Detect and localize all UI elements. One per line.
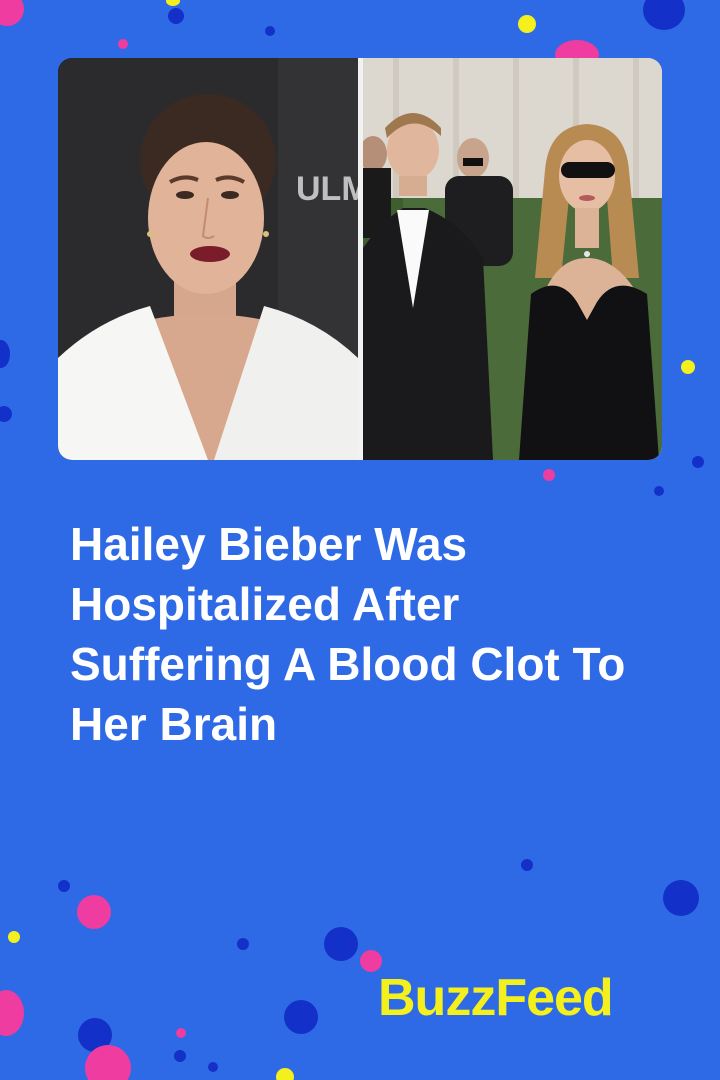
- dot: [663, 880, 699, 916]
- dot: [284, 1000, 318, 1034]
- dot: [77, 895, 111, 929]
- dot: [324, 927, 358, 961]
- photo-collage[interactable]: ULM: [58, 58, 662, 460]
- buzzfeed-logo: BuzzFeed: [378, 969, 614, 1027]
- dot: [692, 456, 704, 468]
- pin-card[interactable]: ULM Hailey Bieber Was Hospitalized After…: [0, 0, 720, 1080]
- dot: [237, 938, 249, 950]
- couple-photo: [363, 58, 662, 460]
- portrait-illustration: ULM: [58, 58, 358, 460]
- dot: [208, 1062, 218, 1072]
- dot: [643, 0, 685, 30]
- dot: [654, 486, 664, 496]
- dot: [543, 469, 555, 481]
- dot: [174, 1050, 186, 1062]
- dot: [58, 880, 70, 892]
- dot: [276, 1068, 294, 1080]
- dot: [0, 340, 10, 368]
- dot: [168, 8, 184, 24]
- backdrop-text: ULM: [296, 170, 358, 208]
- portrait-photo: ULM: [58, 58, 358, 460]
- dot: [265, 26, 275, 36]
- dot: [166, 0, 180, 6]
- dot: [118, 39, 128, 49]
- article-headline[interactable]: Hailey Bieber Was Hospitalized After Suf…: [70, 514, 670, 754]
- couple-illustration: [363, 58, 662, 460]
- dot: [85, 1045, 131, 1080]
- dot: [176, 1028, 186, 1038]
- dot: [521, 859, 533, 871]
- dot: [8, 931, 20, 943]
- dot: [0, 406, 12, 422]
- dot: [0, 990, 24, 1036]
- dot: [0, 0, 24, 26]
- dot: [518, 15, 536, 33]
- dot: [681, 360, 695, 374]
